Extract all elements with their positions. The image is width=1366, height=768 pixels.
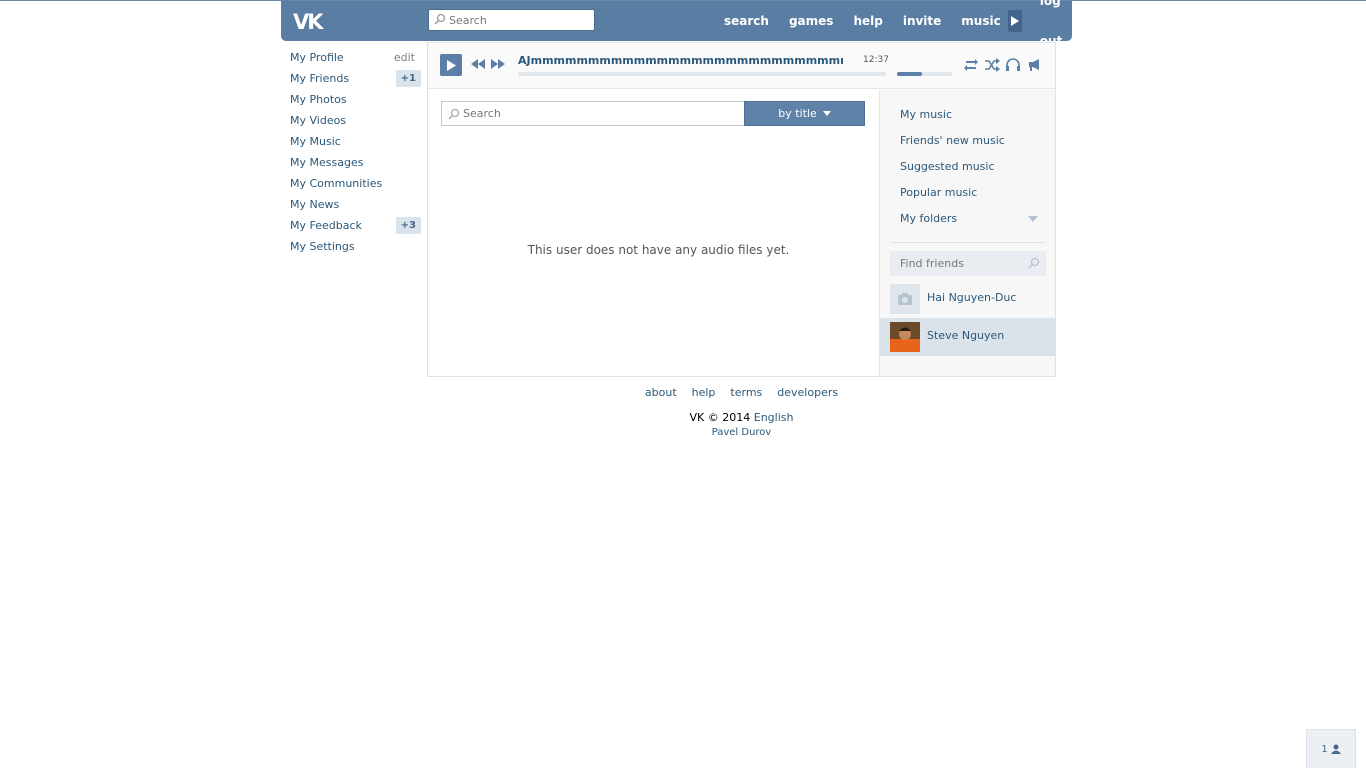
search-icon (1028, 257, 1040, 272)
copyright-text: VK © 2014 (689, 411, 751, 424)
track-progress-bar[interactable] (518, 72, 886, 76)
find-friends-input[interactable] (900, 254, 1020, 273)
footer-terms-link[interactable]: terms (730, 386, 762, 401)
audio-main: by title This user does not have any aud… (428, 90, 879, 376)
nav-help[interactable]: help (843, 1, 892, 41)
online-counter[interactable]: 1 (1306, 729, 1356, 768)
chevron-down-icon (822, 111, 831, 116)
repeat-icon[interactable] (963, 58, 979, 72)
menu-label[interactable]: My Friends (290, 72, 349, 85)
user-icon (1330, 744, 1341, 754)
menu-label[interactable]: My Profile (290, 51, 344, 64)
search-icon (434, 13, 446, 25)
sidebar-my-folders[interactable]: My folders (900, 212, 957, 225)
friend-name[interactable]: Hai Nguyen-Duc (927, 291, 1016, 304)
footer-developers-link[interactable]: developers (777, 386, 838, 401)
audio-search-bar: by title (441, 101, 866, 126)
copyright-line: VK © 2014 English (427, 411, 1056, 424)
left-menu: My Profile edit My Friends +1 My Photos … (281, 47, 421, 257)
nav-search[interactable]: search (714, 1, 779, 41)
previous-track-icon[interactable] (471, 59, 485, 69)
audio-search-input[interactable] (463, 104, 733, 123)
track-title[interactable]: AJmmmmmmmmmmmmmmmmmmmmmmmmmmmmmm... (518, 54, 843, 67)
broadcast-icon[interactable] (1027, 58, 1043, 72)
sidebar-suggested-music[interactable]: Suggested music (900, 160, 995, 173)
menu-my-communities[interactable]: My Communities (281, 173, 421, 194)
avatar (890, 284, 920, 314)
vk-logo[interactable]: VK (293, 9, 329, 34)
music-sidebar: My music Friends' new music Suggested mu… (879, 90, 1056, 376)
menu-my-photos[interactable]: My Photos (281, 89, 421, 110)
friend-item-hai[interactable]: Hai Nguyen-Duc (880, 280, 1056, 318)
edit-link[interactable]: edit (394, 47, 415, 68)
menu-label[interactable]: My Feedback (290, 219, 362, 232)
audio-player: AJmmmmmmmmmmmmmmmmmmmmmmmmmmmmmm... 12:3… (428, 42, 1055, 89)
menu-my-profile[interactable]: My Profile edit (281, 47, 421, 68)
volume-slider[interactable] (897, 72, 952, 76)
menu-my-feedback[interactable]: My Feedback +3 (281, 215, 421, 236)
volume-fill (897, 72, 922, 76)
menu-label[interactable]: My Videos (290, 114, 346, 127)
track-time[interactable]: 12:37 (863, 55, 889, 65)
language-link[interactable]: English (754, 411, 794, 424)
top-header: VK search games help invite music log ou… (281, 0, 1072, 48)
search-icon (448, 108, 460, 123)
user-photo-icon (890, 322, 920, 352)
menu-my-friends[interactable]: My Friends +1 (281, 68, 421, 89)
chevron-down-icon[interactable] (1028, 216, 1038, 222)
player-play-button[interactable] (440, 54, 462, 76)
footer-about-link[interactable]: about (645, 386, 677, 401)
sidebar-my-music[interactable]: My music (900, 108, 952, 121)
next-track-icon[interactable] (491, 59, 505, 69)
menu-my-settings[interactable]: My Settings (281, 236, 421, 257)
find-friends-box[interactable] (890, 251, 1046, 276)
shuffle-icon[interactable] (984, 58, 1000, 72)
nav-invite[interactable]: invite (893, 1, 951, 41)
sort-button-label: by title (778, 107, 817, 120)
header-search-box[interactable] (428, 9, 595, 31)
menu-label[interactable]: My Communities (290, 177, 382, 190)
audio-search-box[interactable] (441, 101, 745, 126)
play-icon (1010, 16, 1019, 26)
nav-music[interactable]: music (951, 1, 1007, 41)
empty-audio-message: This user does not have any audio files … (527, 243, 790, 257)
header-nav: search games help invite music log out (714, 0, 1080, 48)
friend-item-steve[interactable]: Steve Nguyen (880, 318, 1056, 356)
sidebar-popular-music[interactable]: Popular music (900, 186, 977, 199)
header-search-input[interactable] (449, 10, 589, 30)
menu-label[interactable]: My Messages (290, 156, 363, 169)
play-icon (446, 59, 456, 71)
svg-text:VK: VK (293, 10, 324, 33)
avatar (890, 322, 920, 352)
header-play-button[interactable] (1007, 10, 1022, 32)
author-line: Pavel Durov (427, 427, 1056, 438)
sidebar-divider (890, 242, 1046, 243)
online-count: 1 (1321, 743, 1328, 755)
nav-games[interactable]: games (779, 1, 843, 41)
sort-by-title-button[interactable]: by title (744, 101, 865, 126)
camera-icon (898, 293, 912, 305)
footer-help-link[interactable]: help (692, 386, 716, 401)
menu-my-news[interactable]: My News (281, 194, 421, 215)
footer-links: about help terms developers (427, 386, 1056, 401)
friends-count-badge[interactable]: +1 (395, 70, 421, 87)
menu-my-music[interactable]: My Music (281, 131, 421, 152)
menu-my-videos[interactable]: My Videos (281, 110, 421, 131)
menu-my-messages[interactable]: My Messages (281, 152, 421, 173)
sidebar-friends-new-music[interactable]: Friends' new music (900, 134, 1005, 147)
feedback-count-badge[interactable]: +3 (395, 217, 421, 234)
menu-label[interactable]: My News (290, 198, 339, 211)
menu-label[interactable]: My Music (290, 135, 341, 148)
menu-label[interactable]: My Settings (290, 240, 355, 253)
page-footer: about help terms developers VK © 2014 En… (427, 386, 1056, 438)
menu-label[interactable]: My Photos (290, 93, 347, 106)
author-link[interactable]: Pavel Durov (712, 427, 772, 438)
friend-name[interactable]: Steve Nguyen (927, 329, 1004, 342)
audio-panel: AJmmmmmmmmmmmmmmmmmmmmmmmmmmmmmm... 12:3… (427, 42, 1056, 377)
headphones-icon[interactable] (1005, 58, 1021, 72)
